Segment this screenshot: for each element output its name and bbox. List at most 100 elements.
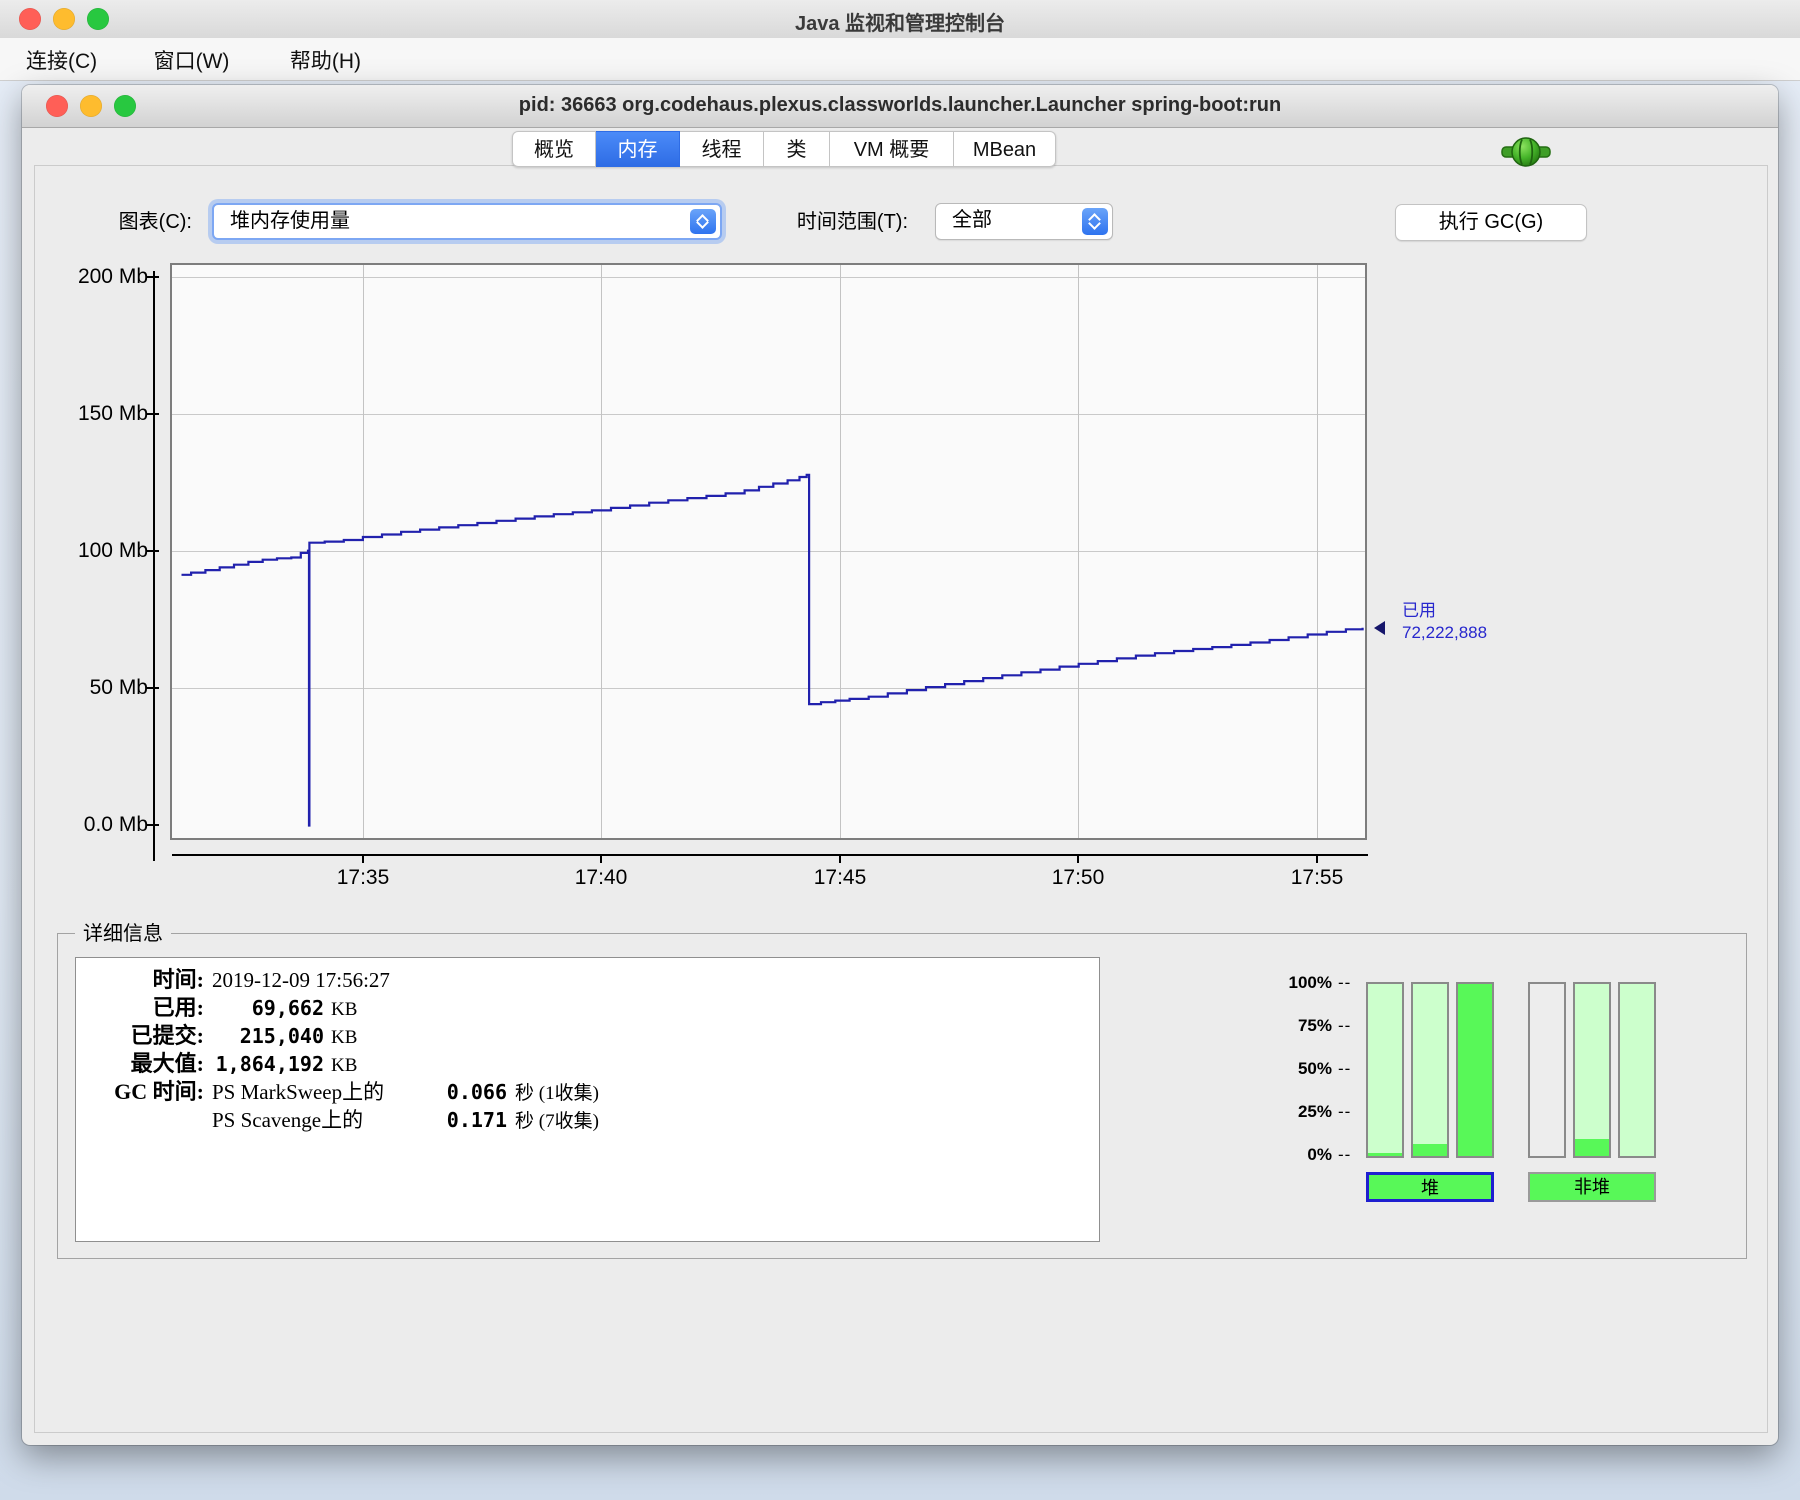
x-axis-label: 17:55 — [1290, 866, 1344, 889]
pool-tick-dash: -- — [1338, 973, 1352, 992]
detail-row: 最大值: 1,864,192 KB — [76, 1050, 1099, 1078]
range-select-value: 全部 — [952, 209, 992, 231]
pool-tick-label: 25% — [1297, 1102, 1332, 1121]
y-axis-label: 100 Mb — [77, 539, 148, 562]
detail-unit: KB — [331, 1055, 358, 1076]
pool-bar — [1618, 982, 1656, 1158]
pool-tick-label: 100% — [1288, 973, 1332, 992]
memory-series-line — [181, 473, 1364, 827]
series-end-name: 已用 — [1402, 601, 1436, 620]
pool-scale-tick: 100% -- — [1252, 973, 1364, 993]
details-panel: 时间: 2019-12-09 17:56:27 已用: 69,662 KB 已提交: 2… — [75, 957, 1100, 1242]
pool-bar — [1366, 982, 1404, 1158]
detail-row: 已提交: 215,040 KB — [76, 1022, 1099, 1050]
plot-area — [170, 263, 1367, 840]
nonheap-button[interactable]: 非堆 — [1528, 1172, 1656, 1202]
pool-scale-tick: 0% -- — [1252, 1145, 1364, 1165]
tab-vm-summary[interactable]: VM 概要 — [830, 131, 954, 167]
pool-tick-dash: -- — [1338, 1102, 1352, 1121]
detail-unit: KB — [331, 1027, 358, 1048]
pool-tick-label: 50% — [1297, 1059, 1332, 1078]
pool-bar-used — [1368, 1152, 1402, 1156]
gc-time-label: GC 时间: — [114, 1079, 204, 1104]
menu-item-window[interactable]: 窗口(W) — [146, 45, 238, 75]
tab-classes[interactable]: 类 — [764, 131, 830, 167]
y-axis-label: 50 Mb — [89, 676, 148, 699]
series-end-label: 已用 72,222,888 — [1402, 600, 1487, 644]
connection-plug-icon — [1501, 137, 1551, 167]
pool-bar — [1411, 982, 1449, 1158]
outer-titlebar: Java 监视和管理控制台 — [0, 0, 1800, 39]
pool-scale-tick: 50% -- — [1252, 1059, 1364, 1079]
chart-select-value: 堆内存使用量 — [230, 210, 350, 232]
gc-row: GC 时间: PS MarkSweep上的 0.066 秒 (1收集) — [76, 1078, 1099, 1106]
detail-label: 时间: — [152, 967, 204, 992]
y-axis-label: 150 Mb — [77, 402, 148, 425]
left-triangle-icon — [1374, 621, 1385, 635]
pool-tick-dash: -- — [1338, 1145, 1352, 1164]
chart-select-label: 图表(C): — [118, 211, 192, 233]
x-axis-label: 17:40 — [574, 866, 628, 889]
range-select-label: 时间范围(T): — [796, 211, 908, 233]
tab-strip: 概览 内存 线程 类 VM 概要 MBean — [512, 131, 1056, 167]
detail-unit: KB — [331, 999, 358, 1020]
menu-item-help[interactable]: 帮助(H) — [282, 45, 369, 75]
details-legend: 详细信息 — [75, 923, 171, 945]
pool-bar-used — [1458, 984, 1492, 1156]
menu-item-connection[interactable]: 连接(C) — [18, 45, 105, 75]
chart-select-stepper[interactable] — [690, 209, 716, 234]
menubar: 连接(C) 窗口(W) 帮助(H) — [0, 38, 1800, 81]
x-axis-tick — [362, 854, 364, 863]
gc-collector-name: PS Scavenge上的 — [212, 1108, 364, 1132]
tab-memory[interactable]: 内存 — [596, 131, 680, 167]
detail-row: 时间: 2019-12-09 17:56:27 — [76, 966, 1099, 994]
pool-bar — [1528, 982, 1566, 1158]
outer-window-title: Java 监视和管理控制台 — [794, 13, 1006, 35]
pool-bar — [1456, 982, 1494, 1158]
pool-scale-tick: 25% -- — [1252, 1102, 1364, 1122]
jconsole-app: Java 监视和管理控制台 连接(C) 窗口(W) 帮助(H) pid: 366… — [0, 0, 1800, 1500]
y-axis-tick — [146, 413, 159, 415]
detail-label: 最大值: — [130, 1051, 204, 1076]
x-axis — [172, 854, 1368, 856]
tab-threads[interactable]: 线程 — [680, 131, 764, 167]
pool-tick-dash: -- — [1338, 1016, 1352, 1035]
range-select-stepper[interactable] — [1082, 208, 1108, 235]
x-axis-tick — [839, 854, 841, 863]
console-window-title: pid: 36663 org.codehaus.plexus.classworl… — [518, 94, 1282, 116]
y-axis-tick — [146, 550, 159, 552]
tab-mbean[interactable]: MBean — [954, 131, 1056, 167]
gc-time-unit: 秒 (1收集) — [515, 1083, 599, 1104]
pool-tick-label: 0% — [1307, 1145, 1332, 1164]
y-axis-tick — [146, 276, 159, 278]
gc-button[interactable]: 执行 GC(G) — [1395, 204, 1587, 241]
detail-row: 已用: 69,662 KB — [76, 994, 1099, 1022]
pool-bar — [1573, 982, 1611, 1158]
gc-collector-name: PS MarkSweep上的 — [212, 1080, 385, 1104]
tab-overview[interactable]: 概览 — [512, 131, 596, 167]
y-axis-label: 200 Mb — [77, 265, 148, 288]
detail-value: 2019-12-09 17:56:27 — [212, 968, 390, 992]
y-axis-label: 0.0 Mb — [83, 813, 148, 836]
y-axis-tick — [146, 687, 159, 689]
detail-label: 已提交: — [130, 1023, 204, 1048]
console-titlebar: pid: 36663 org.codehaus.plexus.classworl… — [22, 85, 1778, 128]
range-select[interactable]: 全部 — [935, 203, 1113, 240]
console-window: pid: 36663 org.codehaus.plexus.classworl… — [22, 85, 1778, 1445]
detail-label: 已用: — [152, 995, 204, 1020]
x-axis-label: 17:35 — [336, 866, 390, 889]
chart-select[interactable]: 堆内存使用量 — [212, 203, 722, 240]
pool-tick-dash: -- — [1338, 1059, 1352, 1078]
pool-bar-used — [1413, 1143, 1447, 1156]
x-axis-tick — [1316, 854, 1318, 863]
detail-value: 215,040 — [239, 1024, 324, 1048]
x-axis-tick — [600, 854, 602, 863]
gc-time-value: 0.171 — [446, 1108, 507, 1132]
gc-time-unit: 秒 (7收集) — [515, 1111, 599, 1132]
gc-time-value: 0.066 — [446, 1080, 507, 1104]
x-axis-label: 17:50 — [1051, 866, 1105, 889]
series-end-value: 72,222,888 — [1402, 623, 1488, 642]
x-axis-tick — [1077, 854, 1079, 863]
pool-bar-used — [1575, 1138, 1609, 1156]
heap-button[interactable]: 堆 — [1366, 1172, 1494, 1202]
